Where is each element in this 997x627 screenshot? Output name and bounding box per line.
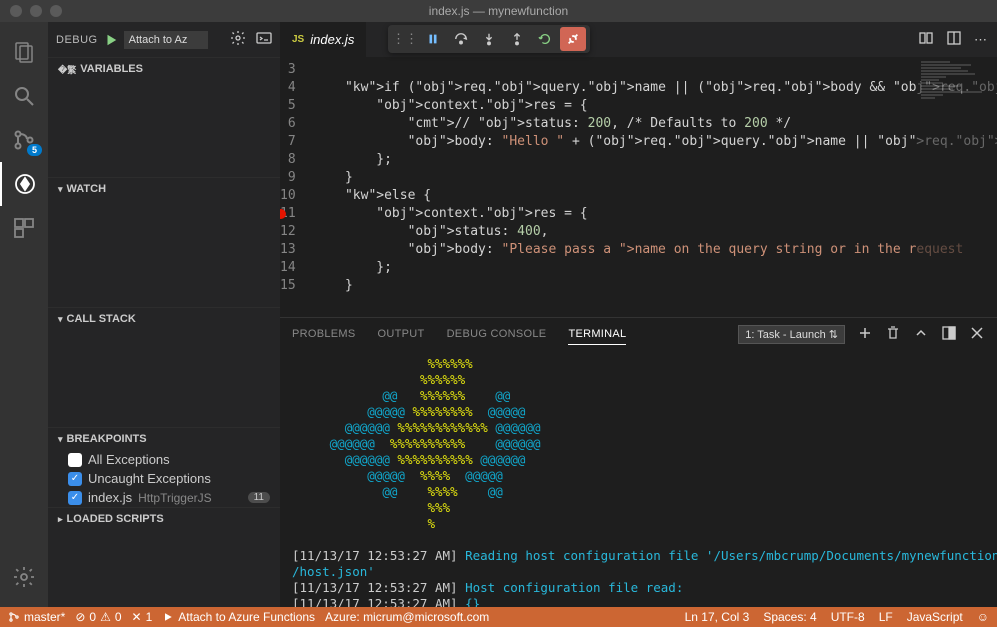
gutter[interactable]: 3456789101112131415	[280, 57, 314, 317]
debug-toolbar: ⋮⋮	[388, 25, 590, 53]
scm-icon[interactable]: 5	[0, 118, 48, 162]
variables-header[interactable]: �繁VARIABLES	[48, 58, 280, 80]
error-icon: ⊘	[75, 610, 85, 624]
start-debug-button[interactable]	[104, 33, 118, 47]
debug-console-icon[interactable]	[256, 30, 272, 49]
breakpoint-row[interactable]: ✓ Uncaught Exceptions	[48, 469, 280, 488]
tab-output[interactable]: OUTPUT	[378, 324, 425, 344]
activity-bar: 5	[0, 22, 48, 607]
more-icon[interactable]: ⋯	[974, 32, 987, 48]
code-editor[interactable]: 3456789101112131415 "kw">if ("obj">req."…	[280, 57, 997, 317]
breakpoint-label: Uncaught Exceptions	[88, 471, 211, 486]
problems-item[interactable]: ⊘0 ⚠0	[75, 610, 121, 624]
variables-section: �繁VARIABLES	[48, 57, 280, 177]
close-panel-icon[interactable]	[969, 325, 985, 344]
step-out-button[interactable]	[504, 27, 530, 51]
breakpoint-count: 11	[248, 492, 270, 503]
tab-debug-console[interactable]: DEBUG CONSOLE	[447, 324, 547, 344]
minimap[interactable]	[917, 57, 997, 317]
debug-title: DEBUG	[56, 34, 98, 46]
loaded-scripts-header[interactable]: ▸LOADED SCRIPTS	[48, 508, 280, 530]
editor-area: JS index.js ⋮⋮ ⋯ 3456789101112131415 "kw…	[280, 22, 997, 607]
step-into-button[interactable]	[476, 27, 502, 51]
titlebar: index.js — mynewfunction	[0, 0, 997, 22]
debug-config-select[interactable]: Attach to Az	[124, 31, 208, 49]
indentation-item[interactable]: Spaces: 4	[763, 610, 816, 624]
bottom-panel: PROBLEMS OUTPUT DEBUG CONSOLE TERMINAL 1…	[280, 317, 997, 607]
step-over-button[interactable]	[448, 27, 474, 51]
tabs-row: JS index.js ⋮⋮ ⋯	[280, 22, 997, 57]
warning-icon: ⚠	[100, 610, 111, 624]
tab-indexjs[interactable]: JS index.js	[280, 22, 367, 57]
close-window-button[interactable]	[10, 5, 22, 17]
eol-item[interactable]: LF	[879, 610, 893, 624]
info-item[interactable]: ✕1	[132, 610, 153, 624]
toolbar-grip-icon[interactable]: ⋮⋮	[392, 27, 418, 51]
tab-label: index.js	[310, 32, 354, 47]
debug-icon[interactable]	[0, 162, 48, 206]
maximize-panel-icon[interactable]	[913, 325, 929, 344]
cursor-position-item[interactable]: Ln 17, Col 3	[685, 610, 750, 624]
tab-terminal[interactable]: TERMINAL	[568, 324, 626, 345]
debug-sidebar: DEBUG Attach to Az �繁VARIABLES ▾WATCH ▾C…	[48, 22, 280, 607]
breakpoint-path: HttpTriggerJS	[138, 491, 212, 505]
callstack-section: ▾CALL STACK	[48, 307, 280, 427]
info-x-icon: ✕	[132, 610, 142, 624]
breakpoint-checkbox[interactable]	[68, 453, 82, 467]
debug-settings-icon[interactable]	[230, 30, 246, 49]
watch-header[interactable]: ▾WATCH	[48, 178, 280, 200]
breakpoint-label: index.js	[88, 490, 132, 505]
compare-icon[interactable]	[918, 30, 934, 49]
tab-problems[interactable]: PROBLEMS	[292, 324, 356, 344]
debug-header-actions	[230, 30, 272, 49]
loaded-scripts-section: ▸LOADED SCRIPTS	[48, 507, 280, 530]
attach-item[interactable]: Attach to Azure Functions	[162, 610, 315, 624]
breakpoint-row[interactable]: All Exceptions	[48, 450, 280, 469]
chevron-updown-icon: ⇅	[829, 329, 838, 341]
minimize-window-button[interactable]	[30, 5, 42, 17]
scm-badge: 5	[27, 144, 42, 156]
callstack-header[interactable]: ▾CALL STACK	[48, 308, 280, 330]
encoding-item[interactable]: UTF-8	[831, 610, 865, 624]
js-file-icon: JS	[292, 34, 304, 45]
terminal-task-select[interactable]: 1: Task - Launch ⇅	[738, 325, 845, 344]
azure-account-item[interactable]: Azure: micrum@microsoft.com	[325, 610, 489, 624]
restart-button[interactable]	[532, 27, 558, 51]
disconnect-button[interactable]	[560, 27, 586, 51]
watch-section: ▾WATCH	[48, 177, 280, 307]
debug-header: DEBUG Attach to Az	[48, 22, 280, 57]
breakpoints-header[interactable]: ▾BREAKPOINTS	[48, 428, 280, 450]
toggle-panel-icon[interactable]	[941, 325, 957, 344]
extensions-icon[interactable]	[0, 206, 48, 250]
feedback-icon[interactable]: ☺	[977, 610, 989, 624]
settings-gear-icon[interactable]	[0, 555, 48, 599]
search-icon[interactable]	[0, 74, 48, 118]
maximize-window-button[interactable]	[50, 5, 62, 17]
window-title: index.js — mynewfunction	[429, 4, 568, 18]
split-editor-icon[interactable]	[946, 30, 962, 49]
terminal-content[interactable]: %%%%%% %%%%%% @@ %%%%%% @@ @@@@@ %%%%%%%…	[280, 350, 997, 607]
main-row: 5 DEBUG Attach to Az �繁VARIABLES	[0, 22, 997, 607]
git-branch-item[interactable]: master*	[8, 610, 65, 624]
explorer-icon[interactable]	[0, 30, 48, 74]
new-terminal-icon[interactable]	[857, 325, 873, 344]
panel-tabs: PROBLEMS OUTPUT DEBUG CONSOLE TERMINAL 1…	[280, 318, 997, 350]
code-content[interactable]: "kw">if ("obj">req."obj">query."obj">nam…	[314, 57, 997, 317]
breakpoints-section: ▾BREAKPOINTS All Exceptions ✓ Uncaught Exc…	[48, 427, 280, 507]
window-controls	[0, 5, 62, 17]
language-item[interactable]: JavaScript	[907, 610, 963, 624]
editor-actions: ⋯	[918, 22, 997, 57]
pause-button[interactable]	[420, 27, 446, 51]
breakpoint-checkbox[interactable]: ✓	[68, 491, 82, 505]
breakpoint-label: All Exceptions	[88, 452, 170, 467]
breakpoint-dot[interactable]	[280, 209, 286, 219]
breakpoint-row[interactable]: ✓ index.js HttpTriggerJS 11	[48, 488, 280, 507]
breakpoint-checkbox[interactable]: ✓	[68, 472, 82, 486]
kill-terminal-icon[interactable]	[885, 325, 901, 344]
status-bar: master* ⊘0 ⚠0 ✕1 Attach to Azure Functio…	[0, 607, 997, 627]
